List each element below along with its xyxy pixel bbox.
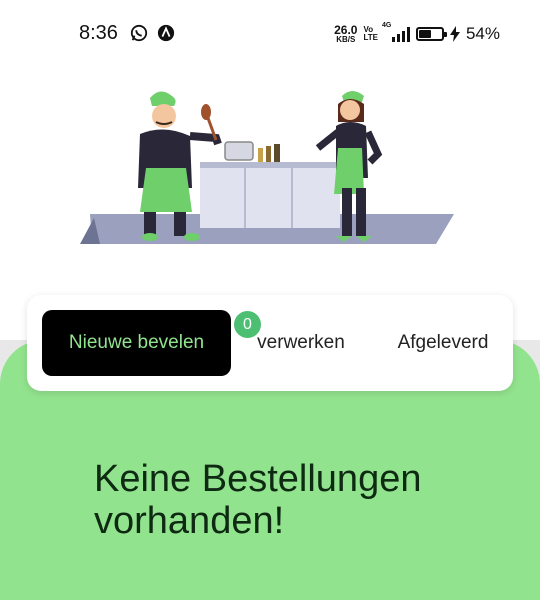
status-bar: 8:36 26.0 KB/S Vo LTE 4G 54%	[0, 0, 540, 68]
volte-bottom: LTE	[363, 33, 378, 42]
empty-orders-message: Keine Bestellungen vorhanden!	[94, 458, 422, 542]
whatsapp-icon	[130, 24, 148, 42]
order-status-tabs: Nieuwe bevelen verwerken Afgeleverd 0	[27, 295, 513, 391]
processing-count-badge: 0	[234, 311, 261, 338]
network-speed: 26.0 KB/S	[334, 24, 357, 44]
app-notification-icon	[157, 24, 175, 42]
battery-fill	[418, 30, 431, 38]
network-type-label: 4G	[381, 22, 392, 29]
tab-new-orders[interactable]: Nieuwe bevelen	[42, 310, 231, 376]
volte-indicator: Vo LTE	[363, 26, 378, 42]
status-indicators: 26.0 KB/S Vo LTE 4G 54%	[334, 20, 500, 48]
signal-icon: 4G	[382, 22, 410, 42]
battery-percent: 54%	[465, 24, 500, 43]
charging-icon	[449, 26, 460, 42]
tab-delivered[interactable]: Afgeleverd	[387, 310, 499, 376]
battery-icon	[415, 27, 447, 41]
tab-processing[interactable]: verwerken	[249, 310, 353, 376]
chefs-kitchen-illustration	[80, 91, 454, 244]
network-speed-unit: KB/S	[336, 35, 356, 44]
status-time: 8:36	[79, 22, 118, 44]
